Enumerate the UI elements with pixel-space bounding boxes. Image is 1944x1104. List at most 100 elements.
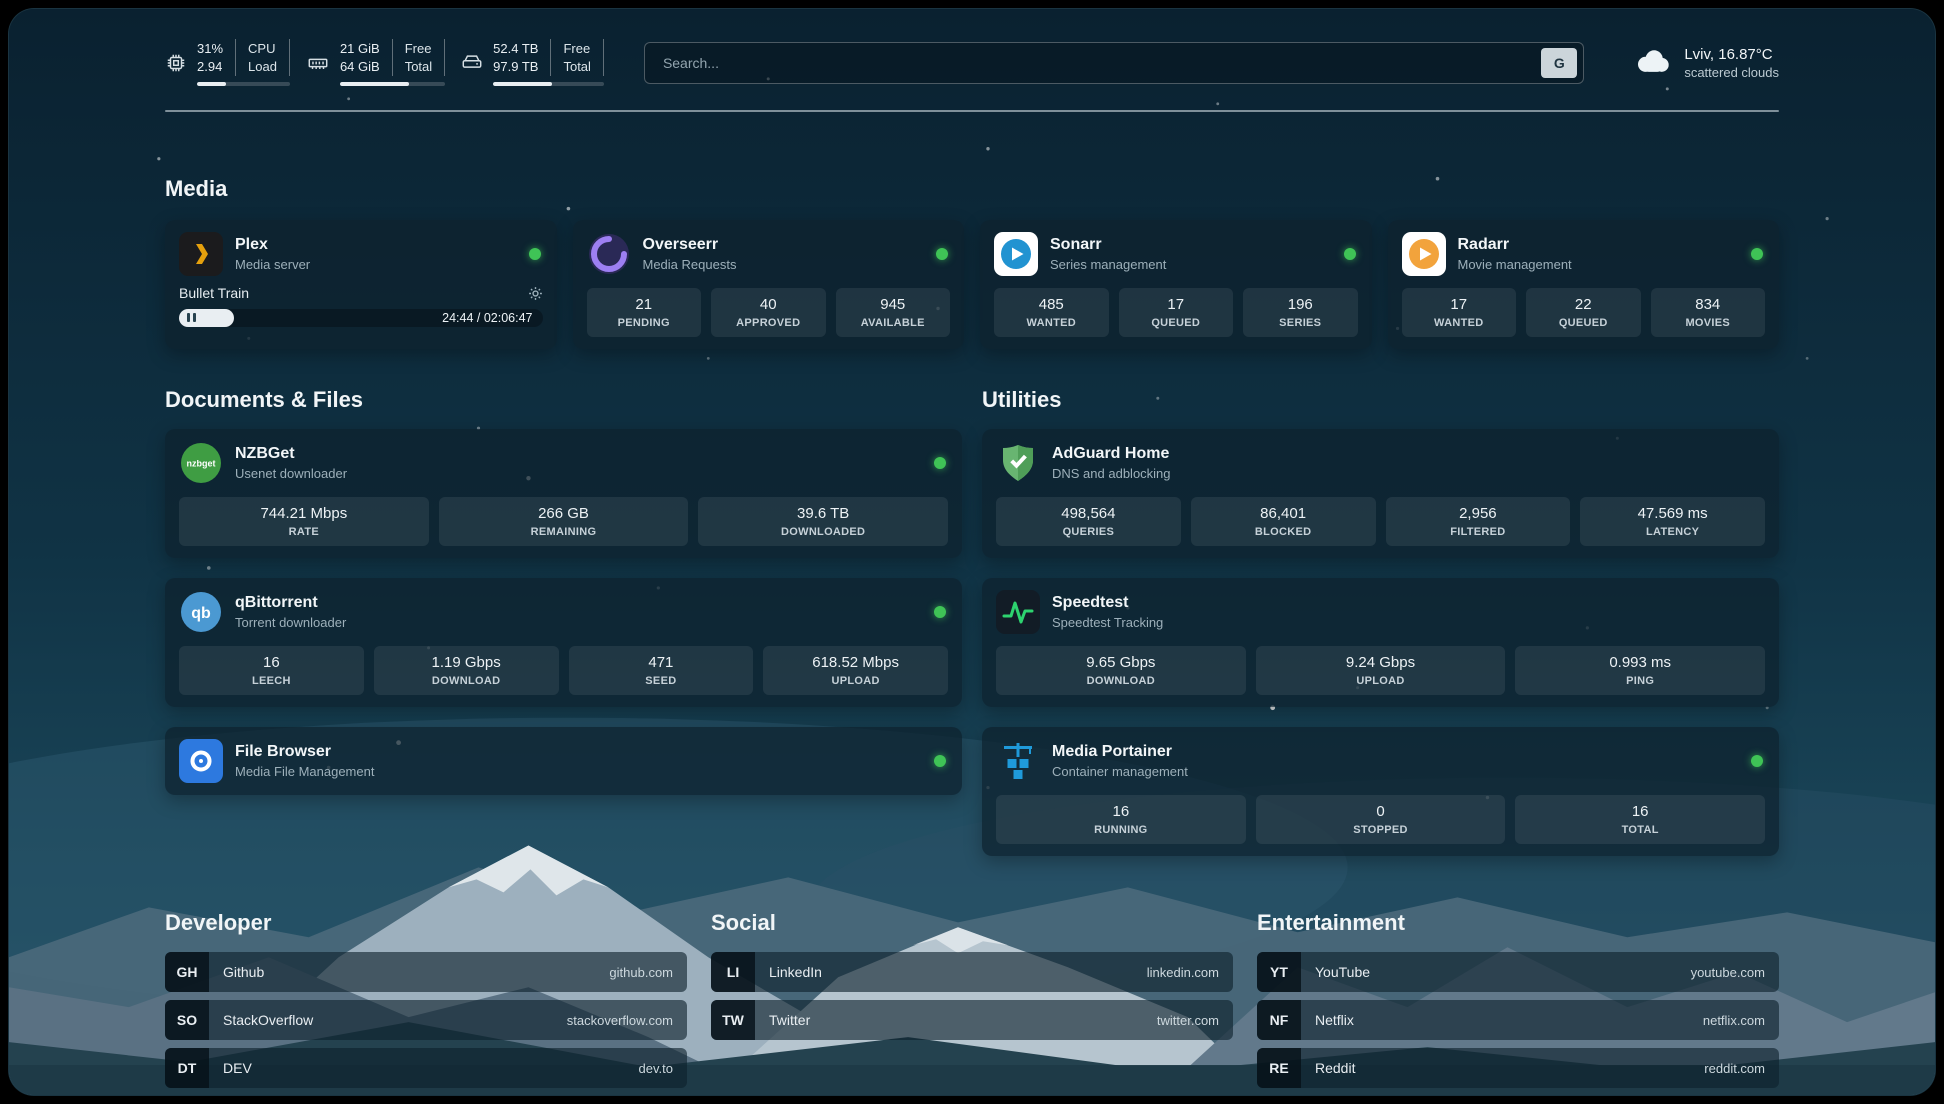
pause-icon[interactable] <box>187 309 199 327</box>
stat-box: 0.993 ms PING <box>1515 646 1765 695</box>
bookmark-url: reddit.com <box>1704 1061 1779 1076</box>
plex-card[interactable]: Plex Media server Bullet Train <box>165 220 557 349</box>
adguard-card[interactable]: AdGuard Home DNS and adblocking 498,564 … <box>982 429 1779 558</box>
section-utilities: Utilities AdGuard Home <box>982 387 1779 856</box>
bookmarks: Developer GH Github github.com SO StackO… <box>165 910 1779 1096</box>
search-engine-button[interactable]: G <box>1541 48 1577 78</box>
stat-box: 16 RUNNING <box>996 795 1246 844</box>
stat-box: 9.65 Gbps DOWNLOAD <box>996 646 1246 695</box>
storage-label-bottom: Total <box>563 59 590 74</box>
stat-box: 39.6 TB DOWNLOADED <box>698 497 948 546</box>
stat-box: 16 LEECH <box>179 646 364 695</box>
section-title-social: Social <box>711 910 1233 936</box>
stat-label: FILTERED <box>1390 526 1567 538</box>
stat-box: 0 STOPPED <box>1256 795 1506 844</box>
overseerr-card[interactable]: Overseerr Media Requests 21 PENDING 40 A… <box>573 220 965 349</box>
bookmark-url: stackoverflow.com <box>567 1013 687 1028</box>
speedtest-icon <box>996 590 1040 634</box>
app-subtitle: Speedtest Tracking <box>1052 615 1163 630</box>
bookmark-youtube[interactable]: YT YouTube youtube.com <box>1257 952 1779 992</box>
filebrowser-card[interactable]: File Browser Media File Management <box>165 727 962 795</box>
qbittorrent-card[interactable]: qb qBittorrent Torrent downloader 16 LEE… <box>165 578 962 707</box>
bookmark-abbr: TW <box>711 1000 755 1040</box>
radarr-card[interactable]: Radarr Movie management 17 WANTED 22 QUE… <box>1388 220 1780 349</box>
stat-label: LATENCY <box>1584 526 1761 538</box>
memory-values: 21 GiB 64 GiB <box>340 39 392 76</box>
cpu-values: 31% 2.94 <box>197 39 235 76</box>
cpu-progress-fill <box>197 82 226 86</box>
stat-box: 618.52 Mbps UPLOAD <box>763 646 948 695</box>
now-playing-title: Bullet Train <box>179 285 249 301</box>
app-name: Overseerr <box>643 236 737 254</box>
stat-value: 21 <box>591 296 698 313</box>
memory-readout: 21 GiB 64 GiB Free Total <box>340 39 445 86</box>
card-titles: Speedtest Speedtest Tracking <box>1052 594 1163 630</box>
bookmark-abbr: GH <box>165 952 209 992</box>
cpu-loadavg: 2.94 <box>197 59 223 74</box>
dashboard: 31% 2.94 CPU Load <box>8 8 1936 1096</box>
stat-value: 196 <box>1247 296 1354 313</box>
content: 31% 2.94 CPU Load <box>9 9 1935 1095</box>
stat-value: 16 <box>183 654 360 671</box>
search-input[interactable] <box>661 54 1541 72</box>
stat-box: 1.19 Gbps DOWNLOAD <box>374 646 559 695</box>
bookmark-stackoverflow[interactable]: SO StackOverflow stackoverflow.com <box>165 1000 687 1040</box>
storage-labels: Free Total <box>550 39 603 76</box>
status-dot <box>1344 248 1356 260</box>
memory-progress-fill <box>340 82 409 86</box>
storage-total: 97.9 TB <box>493 59 538 74</box>
stat-box: 17 WANTED <box>1402 288 1517 337</box>
stat-value: 618.52 Mbps <box>767 654 944 671</box>
card-header: AdGuard Home DNS and adblocking <box>996 441 1765 485</box>
stat-label: PENDING <box>591 317 698 329</box>
app-name: AdGuard Home <box>1052 445 1171 463</box>
stat-value: 744.21 Mbps <box>183 505 425 522</box>
status-dot <box>934 755 946 767</box>
playback-progress-bar[interactable]: 24:44 / 02:06:47 <box>179 309 543 327</box>
stat-value: 86,401 <box>1195 505 1372 522</box>
svg-text:nzbget: nzbget <box>187 459 216 469</box>
stat-box: 498,564 QUERIES <box>996 497 1181 546</box>
speedtest-card[interactable]: Speedtest Speedtest Tracking 9.65 Gbps D… <box>982 578 1779 707</box>
stat-label: RATE <box>183 526 425 538</box>
stat-box: 47.569 ms LATENCY <box>1580 497 1765 546</box>
bookmark-linkedin[interactable]: LI LinkedIn linkedin.com <box>711 952 1233 992</box>
stat-value: 16 <box>1519 803 1761 820</box>
bookmark-group-social: Social LI LinkedIn linkedin.com TW Twitt… <box>711 910 1233 1048</box>
bookmark-github[interactable]: GH Github github.com <box>165 952 687 992</box>
qbittorrent-icon: qb <box>179 590 223 634</box>
stat-value: 16 <box>1000 803 1242 820</box>
stats-row: 16 LEECH 1.19 Gbps DOWNLOAD 471 SEED 6 <box>179 646 948 695</box>
playback-time: 24:44 / 02:06:47 <box>442 311 532 325</box>
bookmark-twitter[interactable]: TW Twitter twitter.com <box>711 1000 1233 1040</box>
portainer-card[interactable]: Media Portainer Container management 16 … <box>982 727 1779 856</box>
stat-box: 834 MOVIES <box>1651 288 1766 337</box>
sonarr-card[interactable]: Sonarr Series management 485 WANTED 17 Q… <box>980 220 1372 349</box>
gear-icon[interactable] <box>528 286 543 301</box>
bookmark-url: netflix.com <box>1703 1013 1779 1028</box>
bookmark-dev[interactable]: DT DEV dev.to <box>165 1048 687 1088</box>
nzbget-card[interactable]: nzbget NZBGet Usenet downloader 744.21 M… <box>165 429 962 558</box>
stat-box: 471 SEED <box>569 646 754 695</box>
stat-label: WANTED <box>998 317 1105 329</box>
card-header: qb qBittorrent Torrent downloader <box>179 590 948 634</box>
bookmark-url: youtube.com <box>1691 965 1779 980</box>
app-name: Media Portainer <box>1052 743 1188 761</box>
card-header: nzbget NZBGet Usenet downloader <box>179 441 948 485</box>
bookmark-reddit[interactable]: RE Reddit reddit.com <box>1257 1048 1779 1088</box>
stat-box: 744.21 Mbps RATE <box>179 497 429 546</box>
bookmark-netflix[interactable]: NF Netflix netflix.com <box>1257 1000 1779 1040</box>
stat-box: 16 TOTAL <box>1515 795 1765 844</box>
hardware-widgets: 31% 2.94 CPU Load <box>165 39 604 86</box>
stat-value: 0 <box>1260 803 1502 820</box>
stat-box: 40 APPROVED <box>711 288 826 337</box>
section-title-entertainment: Entertainment <box>1257 910 1779 936</box>
memory-label-bottom: Total <box>405 59 432 74</box>
card-header: Plex Media server <box>179 232 543 276</box>
card-titles: NZBGet Usenet downloader <box>235 445 347 481</box>
weather-widget[interactable]: Lviv, 16.87°C scattered clouds <box>1632 46 1779 80</box>
app-name: Plex <box>235 236 310 254</box>
card-titles: Radarr Movie management <box>1458 236 1572 272</box>
stat-label: QUEUED <box>1530 317 1637 329</box>
weather-text: Lviv, 16.87°C scattered clouds <box>1684 46 1779 80</box>
